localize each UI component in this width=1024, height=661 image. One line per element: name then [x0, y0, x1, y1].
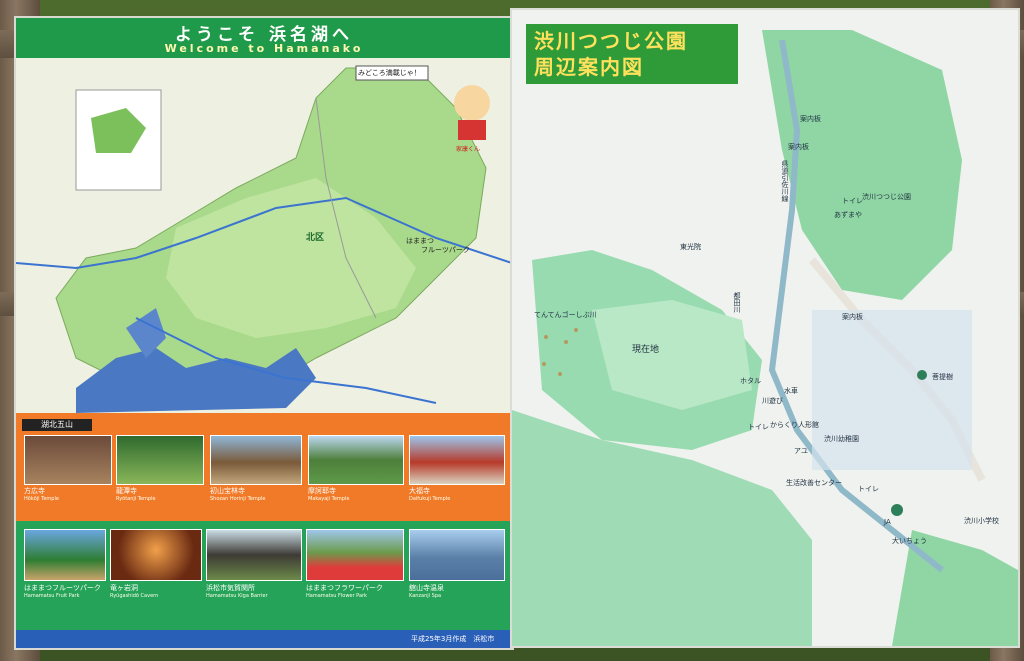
label-current-location: 現在地 [632, 345, 660, 355]
map-marker [544, 335, 548, 339]
attraction-caption-4: はままつフラワーパーク [306, 584, 383, 592]
label-toilet-3: トイレ [858, 485, 879, 493]
map-callout: みどころ満載じゃ！ [358, 69, 421, 77]
temple-caption-4-en: Makayaji Temple [308, 496, 350, 502]
regional-map: みどころ満載じゃ！ 家康くん 北区 はままつ フルーツパーク [16, 58, 512, 413]
map-marker [574, 328, 578, 332]
label-river: 都田川 [733, 292, 741, 313]
label-karakuri-museum: からくり人形館 [770, 421, 819, 429]
hamanako-guide-board: ようこそ 浜名湖へ Welcome to Hamanako みどころ満載じゃ！ [16, 18, 512, 648]
attraction-caption-3-en: Hamamatsu Kiga Barrier [206, 593, 268, 599]
area-map-title: 渋川つつじ公園 周辺案内図 [526, 24, 738, 84]
photo-temple-2 [116, 435, 204, 485]
area-map-graphic [512, 10, 1018, 646]
label-suisha: 水車 [784, 387, 798, 395]
temple-caption-2: 龍潭寺 [116, 487, 137, 495]
label-tsutsuji-park: 渋川つつじ公園 [862, 193, 911, 201]
label-ja: JA [884, 518, 891, 526]
attraction-caption-1: はままつフルーツパーク [24, 584, 101, 592]
area-map-title-line1: 渋川つつじ公園 [534, 29, 688, 53]
attraction-caption-5: 舘山寺温泉 [409, 584, 444, 592]
label-ayu: アユ [794, 447, 808, 455]
attraction-caption-4-en: Hamamatsu Flower Park [306, 593, 367, 599]
label-toilet-1: トイレ [842, 197, 863, 205]
board-title-english: Welcome to Hamanako [164, 42, 364, 55]
photo-attraction-3 [206, 529, 302, 581]
map-marker [542, 362, 546, 366]
attractions-photo-strip: はままつフルーツパーク Hamamatsu Fruit Park 竜ヶ岩洞 Ry… [16, 521, 512, 648]
temple-caption-3-en: Shozan Horinji Temple [210, 496, 266, 502]
photo-temple-1 [24, 435, 112, 485]
attraction-caption-2-en: Ryūgashidō Cavern [110, 593, 159, 599]
label-hotaru: ホタル [740, 377, 761, 385]
photo-attraction-4 [306, 529, 404, 581]
label-elementary-school: 渋川小学校 [964, 517, 999, 525]
mascot-name: 家康くん [456, 146, 481, 153]
temple-caption-4: 摩訶耶寺 [308, 487, 336, 495]
temple-caption-5-en: Daifukuji Temple [409, 496, 451, 502]
photo-temple-5 [409, 435, 505, 485]
label-guide-board-1: 案内板 [800, 115, 821, 123]
area-map-title-line2: 周辺案内図 [534, 55, 644, 79]
photo-temple-4 [308, 435, 404, 485]
temple-caption-2-en: Ryōtanji Temple [116, 496, 156, 502]
map-marker [558, 372, 562, 376]
label-kawaasobi: 川遊び [762, 397, 783, 405]
attraction-caption-3: 浜松市気賀関所 [206, 584, 255, 592]
attraction-caption-2: 竜ヶ岩洞 [110, 584, 138, 592]
shibukawa-guide-board: 渋川つつじ公園 周辺案内図 てんてんゴーしぶ川 現在地 渋川つつじ公園 トイレ … [512, 10, 1018, 646]
label-azumaya: あずまや [834, 211, 862, 219]
label-tenten: てんてんゴーしぶ川 [534, 311, 597, 319]
temples-photo-strip: 湖北五山 方広寺 Hōkōji Temple 龍潭寺 Ryōtanji Temp… [16, 413, 512, 521]
photo-attraction-2 [110, 529, 202, 581]
label-guide-board-2: 案内板 [788, 143, 809, 151]
map-label-fruit-park: フルーツパーク [421, 246, 470, 254]
attraction-caption-1-en: Hamamatsu Fruit Park [24, 593, 80, 599]
photo-attraction-5 [409, 529, 505, 581]
board-footer: 平成25年3月作成 浜松市 [411, 635, 495, 643]
label-oicho: 大いちょう [892, 537, 927, 545]
label-bodhi-tree: 菩提樹 [932, 373, 953, 381]
photo-attraction-1 [24, 529, 106, 581]
temple-caption-1-en: Hōkōji Temple [24, 496, 59, 502]
photo-scene: ようこそ 浜名湖へ Welcome to Hamanako みどころ満載じゃ！ [0, 0, 1024, 661]
attraction-caption-5-en: Kanzanji Spa [409, 593, 442, 599]
temple-caption-3: 初山宝林寺 [210, 487, 245, 495]
board-header: ようこそ 浜名湖へ Welcome to Hamanako [16, 18, 512, 58]
label-toilet-2: トイレ [748, 423, 769, 431]
photo-temple-3 [210, 435, 302, 485]
label-community-center: 生活改善センター [786, 479, 842, 487]
temple-caption-1: 方広寺 [24, 487, 45, 495]
section-title: 湖北五山 [22, 419, 92, 431]
temple-caption-5: 大福寺 [409, 487, 430, 495]
district-label: 北区 [306, 233, 325, 243]
label-guide-board-3: 案内板 [842, 313, 863, 321]
map-graphic [16, 58, 512, 413]
label-road: 県道引佐川線 [781, 160, 789, 202]
map-marker [564, 340, 568, 344]
label-kindergarten: 渋川幼稚園 [824, 435, 859, 443]
label-tokoin: 東光院 [680, 243, 701, 251]
